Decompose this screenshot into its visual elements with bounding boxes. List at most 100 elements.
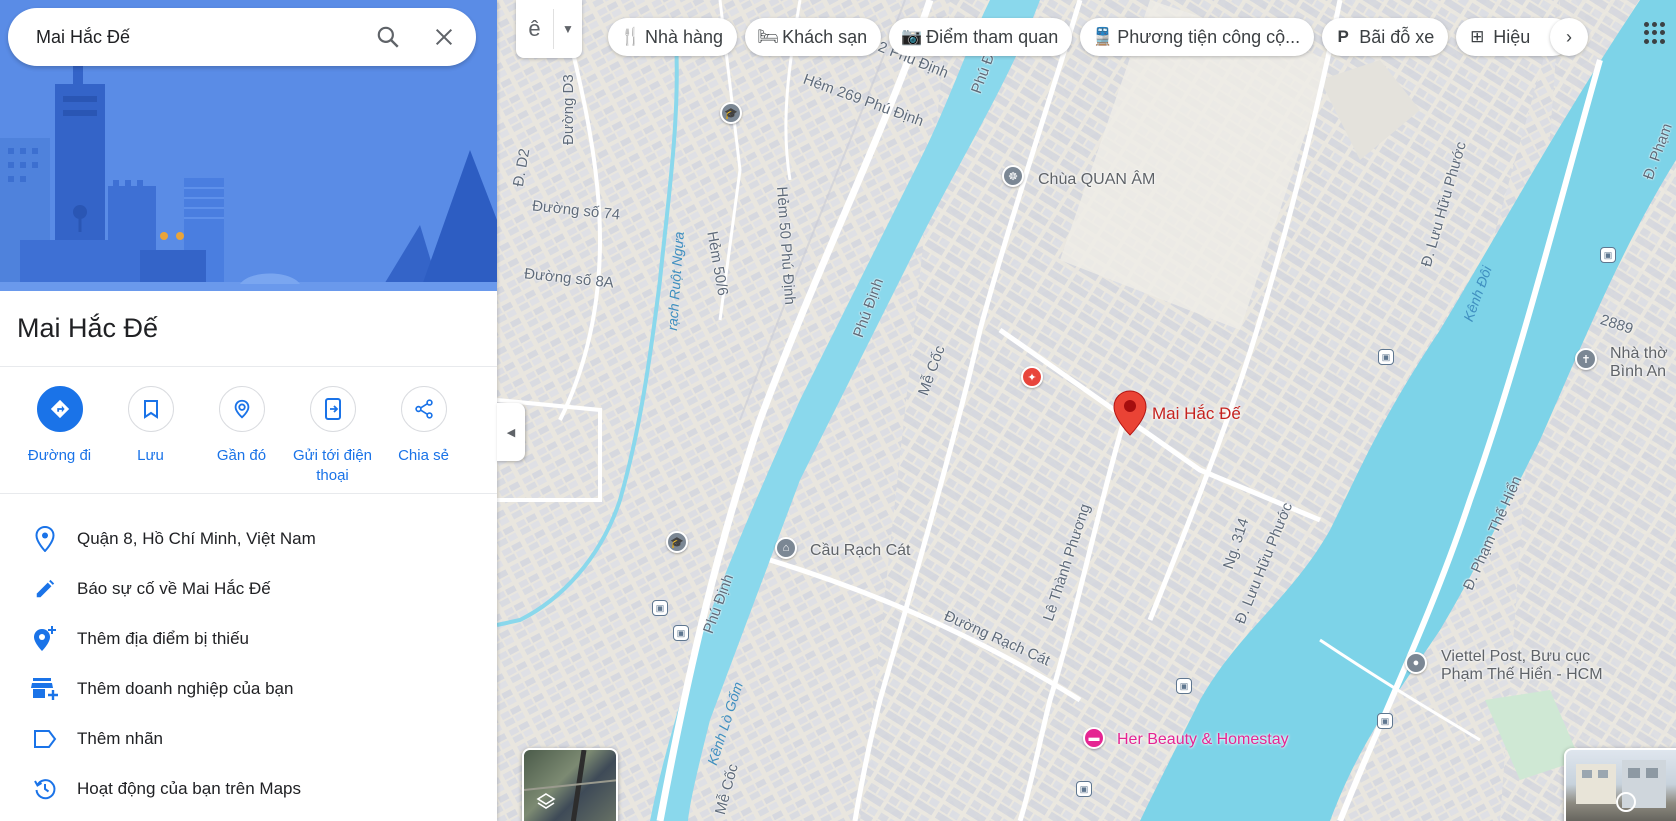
bridge-icon[interactable]: ⌂ bbox=[775, 537, 797, 559]
hotel-icon: 🛏 bbox=[757, 27, 779, 46]
divider bbox=[0, 366, 497, 367]
share-icon[interactable] bbox=[400, 386, 447, 432]
poi-nha-tho[interactable]: Nhà thờ Bình An bbox=[1610, 345, 1668, 381]
bus-stop-icon[interactable]: ▣ bbox=[1176, 678, 1192, 694]
chip-label: Điểm tham quan bbox=[926, 26, 1059, 47]
chip-label: Khách sạn bbox=[782, 26, 868, 47]
street-view-photo bbox=[1576, 760, 1666, 812]
pencil-icon bbox=[0, 578, 77, 600]
shop-icon[interactable]: ✦ bbox=[1021, 366, 1043, 388]
chip-transit[interactable]: 🚆 Phương tiện công cộ... bbox=[1080, 18, 1315, 56]
satellite-thumbnail bbox=[524, 750, 616, 821]
label-icon bbox=[0, 729, 77, 749]
action-buttons: Đường đi Lưu Gần đó Gửi tới điện thoại C… bbox=[0, 386, 497, 486]
close-icon bbox=[435, 28, 453, 46]
poi-viettel-post[interactable]: Viettel Post, Bưu cục Phạm Thế Hiển - HC… bbox=[1441, 648, 1603, 684]
chip-label: Phương tiện công cộ... bbox=[1117, 26, 1301, 47]
chip-parking[interactable]: P Bãi đỗ xe bbox=[1322, 18, 1449, 56]
nearby-button[interactable]: Gần đó bbox=[196, 386, 287, 486]
search-icon bbox=[377, 26, 399, 48]
save-button[interactable]: Lưu bbox=[105, 386, 196, 486]
search-button[interactable] bbox=[370, 19, 406, 55]
chips-next-button[interactable]: › bbox=[1550, 18, 1588, 56]
divider bbox=[0, 493, 497, 494]
chevron-down-icon[interactable]: ▼ bbox=[554, 22, 582, 36]
poi-viettel-post-line2: Phạm Thế Hiển - HCM bbox=[1441, 666, 1603, 683]
directions-button[interactable]: Đường đi bbox=[14, 386, 105, 486]
address-row[interactable]: Quận 8, Hồ Chí Minh, Việt Nam bbox=[0, 514, 497, 564]
add-label-row[interactable]: Thêm nhãn bbox=[0, 714, 497, 764]
chip-label: Hiệu bbox=[1493, 26, 1531, 47]
camera-icon: 📷 bbox=[901, 27, 923, 46]
restaurant-icon: 🍴 bbox=[620, 27, 642, 46]
bus-stop-icon[interactable]: ▣ bbox=[1377, 713, 1393, 729]
parking-icon: P bbox=[1337, 27, 1349, 46]
transit-icon: 🚆 bbox=[1092, 27, 1114, 46]
caret-left-icon: ◀ bbox=[506, 426, 516, 439]
add-location-icon bbox=[0, 625, 77, 653]
poi-cau-rach-cat[interactable]: Cầu Rạch Cát bbox=[810, 542, 911, 560]
location-pin-icon bbox=[0, 526, 77, 552]
hero-illustration bbox=[0, 0, 497, 291]
bus-stop-icon[interactable]: ▣ bbox=[673, 625, 689, 641]
temple-icon[interactable]: ☸ bbox=[1002, 165, 1024, 187]
maps-activity-row[interactable]: Hoạt động của bạn trên Maps bbox=[0, 764, 497, 814]
school-icon[interactable]: 🎓 bbox=[720, 102, 742, 124]
action-label[interactable]: Đường đi bbox=[28, 446, 91, 466]
street-label: Đường D3 bbox=[560, 74, 577, 145]
post-office-icon[interactable]: ● bbox=[1405, 652, 1427, 674]
chevron-right-icon: › bbox=[1566, 26, 1572, 47]
input-tool-glyph[interactable]: ê bbox=[516, 9, 554, 49]
search-input[interactable] bbox=[36, 26, 350, 48]
info-text: Thêm địa điểm bị thiếu bbox=[77, 629, 249, 648]
input-tools-button[interactable]: ê ▼ bbox=[516, 0, 582, 58]
church-icon[interactable]: ✝ bbox=[1575, 348, 1597, 370]
place-panel: Mai Hắc Đế Đường đi Lưu Gần đó bbox=[0, 0, 497, 821]
directions-icon[interactable] bbox=[36, 386, 83, 432]
add-missing-place-row[interactable]: Thêm địa điểm bị thiếu bbox=[0, 614, 497, 664]
poi-chua-quan-am[interactable]: Chùa QUAN ÂM bbox=[1038, 171, 1155, 189]
collapse-panel-button[interactable]: ◀ bbox=[497, 403, 525, 461]
chip-restaurants[interactable]: 🍴 Nhà hàng bbox=[608, 18, 738, 56]
place-title: Mai Hắc Đế bbox=[17, 313, 159, 343]
send-to-phone-icon[interactable] bbox=[309, 386, 356, 432]
send-to-phone-button[interactable]: Gửi tới điện thoại bbox=[287, 386, 378, 486]
info-text: Thêm doanh nghiệp của bạn bbox=[77, 679, 294, 698]
action-label[interactable]: Lưu bbox=[137, 446, 164, 466]
category-chips: 🍴 Nhà hàng 🛏 Khách sạn 📷 Điểm tham quan … bbox=[608, 18, 1573, 56]
bus-stop-icon[interactable]: ▣ bbox=[1600, 247, 1616, 263]
chip-hotels[interactable]: 🛏 Khách sạn bbox=[745, 18, 882, 56]
layers-icon bbox=[536, 793, 556, 809]
report-issue-row[interactable]: Báo sự cố về Mai Hắc Đế bbox=[0, 564, 497, 614]
poi-her-beauty[interactable]: Her Beauty & Homestay bbox=[1117, 731, 1289, 749]
street-view-thumbnail[interactable] bbox=[1564, 748, 1676, 821]
bus-stop-icon[interactable]: ▣ bbox=[652, 600, 668, 616]
action-label[interactable]: Gửi tới điện thoại bbox=[287, 446, 378, 486]
bus-stop-icon[interactable]: ▣ bbox=[1076, 781, 1092, 797]
info-text: Quận 8, Hồ Chí Minh, Việt Nam bbox=[77, 529, 316, 548]
nearby-icon[interactable] bbox=[218, 386, 265, 432]
info-text: Báo sự cố về Mai Hắc Đế bbox=[77, 579, 271, 598]
action-label[interactable]: Chia sẻ bbox=[398, 446, 449, 466]
clear-search-button[interactable] bbox=[426, 19, 462, 55]
add-business-icon bbox=[0, 676, 77, 702]
school-icon[interactable]: 🎓 bbox=[666, 531, 688, 553]
layers-button[interactable] bbox=[522, 748, 618, 821]
bus-stop-icon[interactable]: ▣ bbox=[1378, 349, 1394, 365]
marker-label[interactable]: Mai Hắc Đế bbox=[1152, 404, 1241, 424]
chip-label: Bãi đỗ xe bbox=[1359, 26, 1435, 47]
poi-viettel-post-line1: Viettel Post, Bưu cục bbox=[1441, 648, 1591, 665]
google-apps-icon[interactable] bbox=[1640, 18, 1670, 48]
info-list: Quận 8, Hồ Chí Minh, Việt Nam Báo sự cố … bbox=[0, 514, 497, 814]
action-label[interactable]: Gần đó bbox=[217, 446, 266, 466]
info-text: Thêm nhãn bbox=[77, 729, 163, 748]
info-text: Hoạt động của bạn trên Maps bbox=[77, 779, 301, 798]
search-box[interactable] bbox=[8, 8, 476, 66]
share-button[interactable]: Chia sẻ bbox=[378, 386, 469, 486]
homestay-icon[interactable]: ▬ bbox=[1083, 727, 1105, 749]
chip-attractions[interactable]: 📷 Điểm tham quan bbox=[889, 18, 1073, 56]
chip-label: Nhà hàng bbox=[645, 26, 724, 47]
add-business-row[interactable]: Thêm doanh nghiệp của bạn bbox=[0, 664, 497, 714]
poi-nha-tho-line2: Bình An bbox=[1610, 363, 1667, 380]
bookmark-icon[interactable] bbox=[127, 386, 174, 432]
